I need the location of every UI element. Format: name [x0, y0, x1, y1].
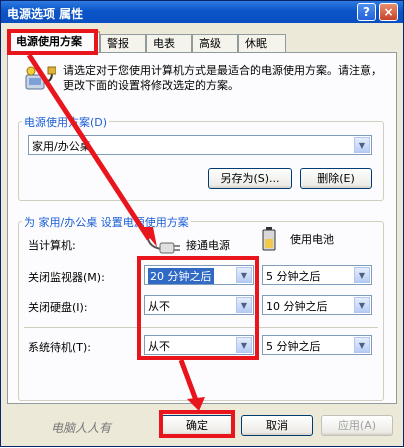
power-plug-icon	[25, 66, 56, 90]
chevron-down-icon: ▼	[354, 297, 370, 313]
chevron-down-icon: ▼	[354, 137, 370, 153]
scheme-select-value: 家用/办公桌	[32, 140, 91, 153]
when-computer-label: 当计算机:	[28, 239, 76, 252]
standby-label: 系统待机(T):	[28, 341, 92, 354]
highlight-ok-box	[159, 410, 235, 438]
plug-icon	[146, 226, 180, 254]
tab-power-meter[interactable]: 电表	[146, 34, 192, 53]
apply-button[interactable]: 应用(A)	[321, 415, 393, 436]
hdd-dc-value: 10 分钟之后	[266, 300, 328, 313]
close-button[interactable]: ×	[379, 3, 398, 21]
cancel-button[interactable]: 取消	[241, 415, 313, 436]
tab-hibernate[interactable]: 休眠	[238, 34, 286, 53]
help-button[interactable]: ?	[357, 3, 376, 21]
scheme-select[interactable]: 家用/办公桌 ▼	[28, 135, 372, 155]
on-battery-label: 使用电池	[290, 233, 334, 246]
standby-dc-select[interactable]: 5 分钟之后 ▼	[262, 335, 372, 355]
title-bar: 电源选项 属性 ? ×	[1, 1, 403, 23]
monitor-dc-select[interactable]: 5 分钟之后 ▼	[262, 265, 372, 285]
monitor-dc-value: 5 分钟之后	[266, 270, 321, 283]
delete-button[interactable]: 删除(E)	[300, 168, 372, 189]
standby-dc-value: 5 分钟之后	[266, 340, 321, 353]
plugged-in-label: 接通电源	[186, 239, 230, 252]
tab-advanced[interactable]: 高级	[192, 34, 238, 53]
window-title: 电源选项 属性	[7, 7, 84, 21]
chevron-down-icon: ▼	[354, 337, 370, 353]
chevron-down-icon: ▼	[354, 267, 370, 283]
hdd-off-label: 关闭硬盘(I):	[28, 301, 88, 314]
power-options-window: 电源选项 属性 ? × 电源使用方案 警报 电表 高级 休眠 请选定对于您使用计…	[0, 0, 404, 447]
save-as-button[interactable]: 另存为(S)...	[208, 168, 292, 189]
hdd-dc-select[interactable]: 10 分钟之后 ▼	[262, 295, 372, 315]
highlight-settings-box	[137, 256, 259, 360]
scheme-groupbox	[18, 121, 384, 201]
tab-alarms[interactable]: 警报	[100, 34, 146, 53]
highlight-tab-box	[7, 29, 98, 55]
scheme-group-label: 电源使用方案(D)	[22, 114, 110, 130]
watermark-text: 电脑人人有	[51, 421, 112, 435]
monitor-off-label: 关闭监视器(M):	[28, 271, 105, 284]
battery-icon	[262, 227, 276, 251]
intro-text: 请选定对于您使用计算机方式是最适合的电源使用方案。请注意，更改下面的设置将修改选…	[63, 64, 382, 92]
